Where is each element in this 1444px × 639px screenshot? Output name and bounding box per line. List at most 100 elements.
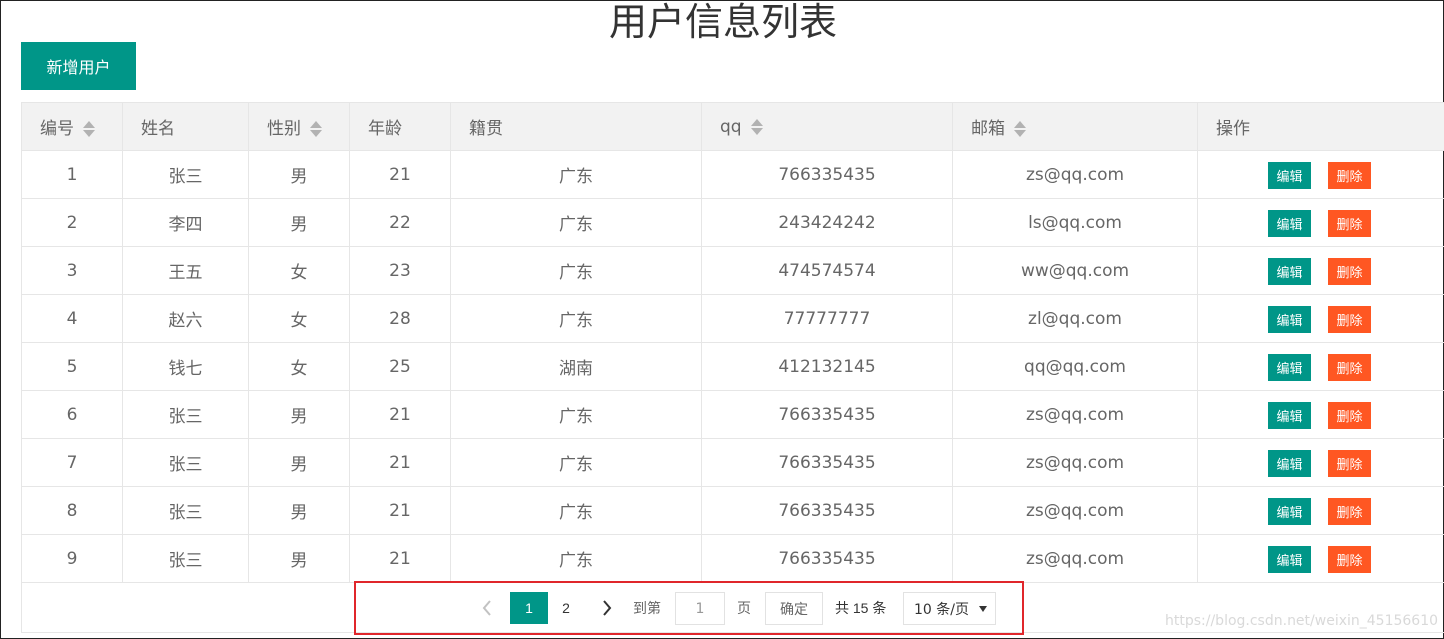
cell-qq: 77777777 bbox=[701, 294, 953, 343]
sort-icon[interactable] bbox=[310, 121, 322, 137]
cell-qq: 412132145 bbox=[701, 342, 953, 391]
edit-button[interactable]: 编辑 bbox=[1268, 354, 1311, 381]
cell-age: 21 bbox=[349, 438, 451, 487]
column-header-label: 邮箱 bbox=[971, 119, 1005, 139]
cell-actions: 编辑 删除 bbox=[1197, 150, 1444, 199]
cell-origin: 湖南 bbox=[450, 342, 702, 391]
cell-gender: 男 bbox=[248, 534, 350, 583]
cell-gender: 男 bbox=[248, 486, 350, 535]
table-row: 2 李四男 22 广东 243424242 ls@qq.com 编辑 删除 bbox=[21, 198, 1444, 247]
cell-qq: 766335435 bbox=[701, 150, 953, 199]
cell-age: 23 bbox=[349, 246, 451, 295]
column-header-label: 操作 bbox=[1216, 119, 1250, 139]
delete-button[interactable]: 删除 bbox=[1328, 354, 1371, 381]
cell-age: 22 bbox=[349, 198, 451, 247]
cell-id: 5 bbox=[21, 342, 123, 391]
sort-icon[interactable] bbox=[1014, 121, 1026, 137]
cell-email: zl@qq.com bbox=[952, 294, 1198, 343]
cell-name: 张三 bbox=[122, 438, 249, 487]
cell-id: 9 bbox=[21, 534, 123, 583]
column-header-label: 籍贯 bbox=[469, 119, 503, 139]
cell-qq: 766335435 bbox=[701, 390, 953, 439]
table-body: 1 张三男 21 广东 766335435 zs@qq.com 编辑 删除 2 李四男 22 广东 24… bbox=[21, 150, 1444, 583]
cell-age: 28 bbox=[349, 294, 451, 343]
column-header[interactable]: 性别 bbox=[248, 102, 350, 151]
delete-button[interactable]: 删除 bbox=[1328, 258, 1371, 285]
cell-id: 7 bbox=[21, 438, 123, 487]
cell-gender: 男 bbox=[248, 390, 350, 439]
cell-qq: 243424242 bbox=[701, 198, 953, 247]
column-header: 姓名 bbox=[122, 102, 249, 151]
table-row: 9 张三男 21 广东 766335435 zs@qq.com 编辑 删除 bbox=[21, 534, 1444, 583]
add-user-button[interactable]: 新增用户 bbox=[21, 42, 136, 90]
table-row: 1 张三男 21 广东 766335435 zs@qq.com 编辑 删除 bbox=[21, 150, 1444, 199]
column-header[interactable]: 编号 bbox=[21, 102, 123, 151]
delete-button[interactable]: 删除 bbox=[1328, 546, 1371, 573]
cell-name: 张三 bbox=[122, 150, 249, 199]
cell-actions: 编辑 删除 bbox=[1197, 198, 1444, 247]
edit-button[interactable]: 编辑 bbox=[1268, 162, 1311, 189]
delete-button[interactable]: 删除 bbox=[1328, 306, 1371, 333]
cell-gender: 女 bbox=[248, 246, 350, 295]
table-row: 6 张三男 21 广东 766335435 zs@qq.com 编辑 删除 bbox=[21, 390, 1444, 439]
column-header: 操作 bbox=[1197, 102, 1444, 151]
cell-origin: 广东 bbox=[450, 438, 702, 487]
table-row: 8 张三男 21 广东 766335435 zs@qq.com 编辑 删除 bbox=[21, 486, 1444, 535]
cell-age: 25 bbox=[349, 342, 451, 391]
sort-icon[interactable] bbox=[750, 118, 763, 135]
column-header[interactable]: 邮箱 bbox=[952, 102, 1198, 151]
edit-button[interactable]: 编辑 bbox=[1268, 450, 1311, 477]
cell-id: 6 bbox=[21, 390, 123, 439]
cell-qq: 474574574 bbox=[701, 246, 953, 295]
cell-id: 1 bbox=[21, 150, 123, 199]
cell-id: 8 bbox=[21, 486, 123, 535]
cell-email: qq@qq.com bbox=[952, 342, 1198, 391]
cell-id: 2 bbox=[21, 198, 123, 247]
edit-button[interactable]: 编辑 bbox=[1268, 258, 1311, 285]
delete-button[interactable]: 删除 bbox=[1328, 402, 1371, 429]
cell-actions: 编辑 删除 bbox=[1197, 246, 1444, 295]
column-header[interactable]: qq bbox=[701, 102, 953, 151]
cell-email: zs@qq.com bbox=[952, 390, 1198, 439]
cell-age: 21 bbox=[349, 390, 451, 439]
pager-highlight-box bbox=[354, 581, 1024, 635]
cell-name: 王五 bbox=[122, 246, 249, 295]
cell-name: 张三 bbox=[122, 390, 249, 439]
delete-button[interactable]: 删除 bbox=[1328, 210, 1371, 237]
cell-id: 4 bbox=[21, 294, 123, 343]
delete-button[interactable]: 删除 bbox=[1328, 162, 1371, 189]
cell-actions: 编辑 删除 bbox=[1197, 342, 1444, 391]
cell-gender: 男 bbox=[248, 438, 350, 487]
sort-icon[interactable] bbox=[83, 121, 95, 137]
cell-origin: 广东 bbox=[450, 150, 702, 199]
cell-id: 3 bbox=[21, 246, 123, 295]
cell-email: ls@qq.com bbox=[952, 198, 1198, 247]
cell-qq: 766335435 bbox=[701, 486, 953, 535]
cell-email: zs@qq.com bbox=[952, 534, 1198, 583]
edit-button[interactable]: 编辑 bbox=[1268, 498, 1311, 525]
cell-age: 21 bbox=[349, 534, 451, 583]
page-title: 用户信息列表 bbox=[608, 0, 837, 44]
cell-actions: 编辑 删除 bbox=[1197, 438, 1444, 487]
cell-gender: 男 bbox=[248, 150, 350, 199]
cell-gender: 女 bbox=[248, 342, 350, 391]
cell-qq: 766335435 bbox=[701, 438, 953, 487]
cell-age: 21 bbox=[349, 150, 451, 199]
edit-button[interactable]: 编辑 bbox=[1268, 546, 1311, 573]
cell-email: zs@qq.com bbox=[952, 438, 1198, 487]
cell-origin: 广东 bbox=[450, 390, 702, 439]
edit-button[interactable]: 编辑 bbox=[1268, 210, 1311, 237]
column-header-label: 年龄 bbox=[368, 119, 402, 139]
cell-name: 张三 bbox=[122, 486, 249, 535]
delete-button[interactable]: 删除 bbox=[1328, 498, 1371, 525]
delete-button[interactable]: 删除 bbox=[1328, 450, 1371, 477]
edit-button[interactable]: 编辑 bbox=[1268, 306, 1311, 333]
cell-gender: 男 bbox=[248, 198, 350, 247]
table-header-row: 编号 姓名 性别 年龄 籍贯 qq 邮箱 操作 bbox=[21, 102, 1444, 151]
cell-actions: 编辑 删除 bbox=[1197, 534, 1444, 583]
edit-button[interactable]: 编辑 bbox=[1268, 402, 1311, 429]
column-header-label: 编号 bbox=[40, 119, 74, 139]
column-header: 籍贯 bbox=[450, 102, 702, 151]
cell-name: 张三 bbox=[122, 534, 249, 583]
table-row: 5 钱七女 25 湖南 412132145 qq@qq.com 编辑 删除 bbox=[21, 342, 1444, 391]
